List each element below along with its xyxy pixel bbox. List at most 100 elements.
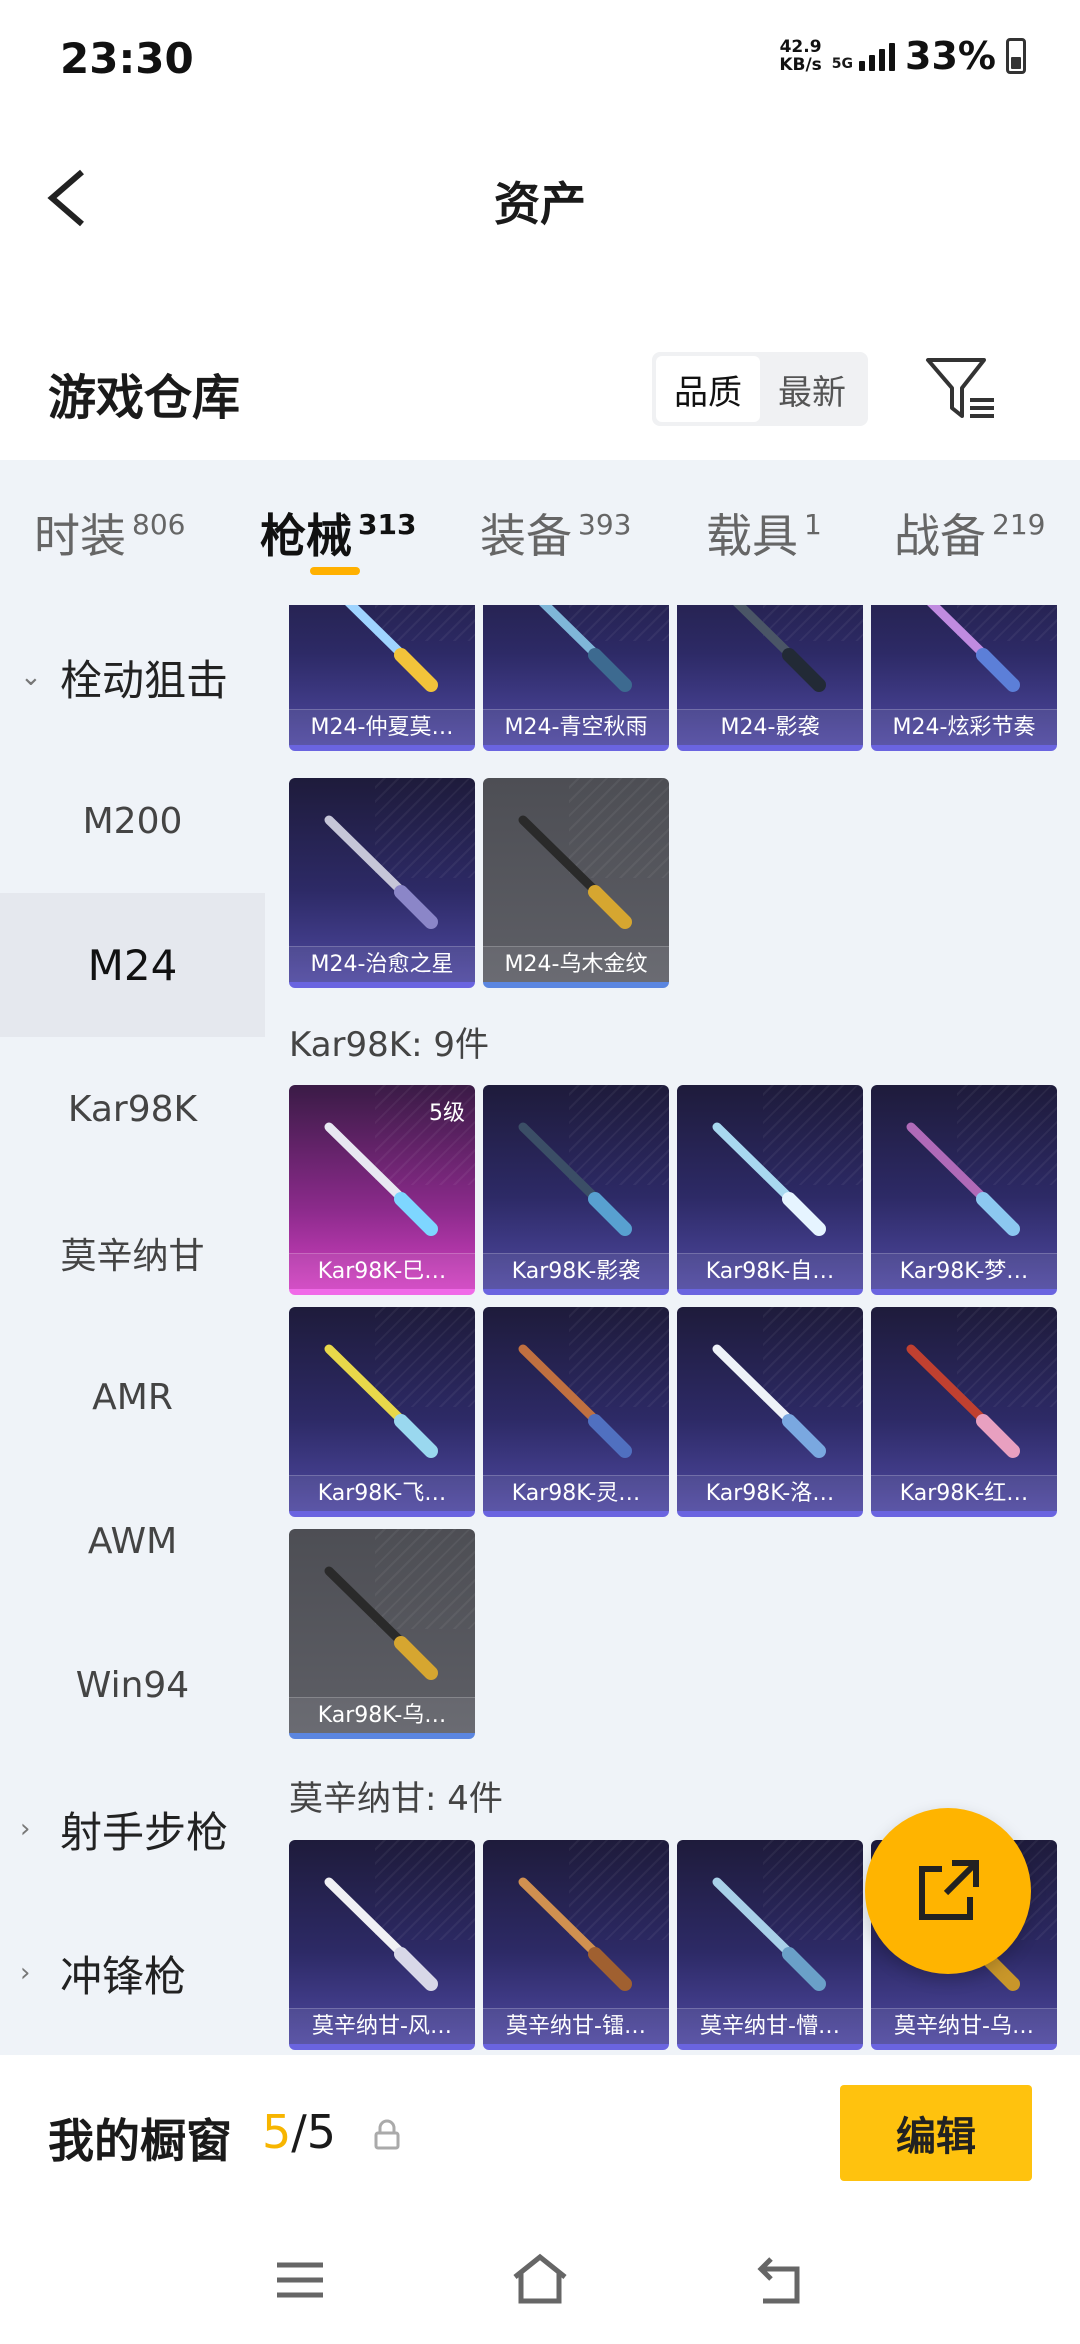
weapon-card-label: Kar98K-洛… bbox=[677, 1475, 863, 1511]
filter-icon[interactable] bbox=[920, 350, 1000, 430]
weapon-card-label: 莫辛纳甘-风… bbox=[289, 2008, 475, 2044]
status-time: 23:30 bbox=[60, 34, 194, 83]
weapon-card[interactable]: Kar98K-飞… bbox=[289, 1307, 475, 1517]
sidebar-item-m24[interactable]: M24 bbox=[0, 893, 265, 1037]
weapon-card[interactable]: Kar98K-灵… bbox=[483, 1307, 669, 1517]
weapon-card[interactable]: Kar98K-自… bbox=[677, 1085, 863, 1295]
back-icon[interactable] bbox=[745, 2245, 815, 2315]
weapon-card[interactable]: Kar98K-红… bbox=[871, 1307, 1057, 1517]
weapon-card-label: Kar98K-乌… bbox=[289, 1697, 475, 1733]
tab-firearms[interactable]: 枪械 313 bbox=[260, 500, 416, 566]
level-badge: 5级 bbox=[429, 1101, 465, 1126]
weapon-card-label: 莫辛纳甘-镭… bbox=[483, 2008, 669, 2044]
weapon-card-label: Kar98K-梦… bbox=[871, 1253, 1057, 1289]
weapon-card-label: Kar98K-红… bbox=[871, 1475, 1057, 1511]
sort-newest-button[interactable]: 最新 bbox=[760, 356, 864, 422]
weapon-card[interactable]: 莫辛纳甘-懵… bbox=[677, 1840, 863, 2050]
weapon-card-label: Kar98K-自… bbox=[677, 1253, 863, 1289]
sidebar-item-win94[interactable]: Win94 bbox=[0, 1613, 265, 1757]
section-title-mosin: 莫辛纳甘: 4件 bbox=[289, 1779, 503, 1819]
weapon-card[interactable]: Kar98K-乌… bbox=[289, 1529, 475, 1739]
weapon-card[interactable]: 莫辛纳甘-镭… bbox=[483, 1840, 669, 2050]
app-header: 资产 bbox=[0, 120, 1080, 280]
rifle-icon bbox=[518, 1122, 632, 1236]
sidebar-group-label: 冲锋枪 bbox=[60, 1951, 187, 2001]
showcase-bar: 我的橱窗 5/5 编辑 bbox=[0, 2055, 1080, 2205]
rifle-icon bbox=[324, 1877, 438, 1991]
sidebar-group-label: 射手步枪 bbox=[60, 1807, 229, 1857]
weapon-card-label: Kar98K-影袭 bbox=[483, 1253, 669, 1289]
sidebar-item-m200[interactable]: M200 bbox=[0, 749, 265, 893]
net-speed-value: 42.9 bbox=[779, 37, 822, 57]
status-indicators: 42.9 KB/s 5G 33% bbox=[779, 34, 1026, 78]
sidebar-item-mosin[interactable]: 莫辛纳甘 bbox=[0, 1181, 265, 1325]
rifle-icon bbox=[927, 605, 1020, 692]
sidebar-group-bolt-action[interactable]: ⌄ 栓动狙击 bbox=[0, 605, 265, 749]
weapon-card-label: M24-仲夏莫… bbox=[289, 709, 475, 745]
weapon-card[interactable]: 5级 Kar98K-巳… bbox=[289, 1085, 475, 1295]
sidebar-group-smg[interactable]: › 冲锋枪 bbox=[0, 1901, 265, 2045]
home-icon[interactable] bbox=[505, 2245, 575, 2315]
weapon-card-label: 莫辛纳甘-懵… bbox=[677, 2008, 863, 2044]
weapon-card[interactable]: Kar98K-影袭 bbox=[483, 1085, 669, 1295]
rifle-icon bbox=[324, 1122, 438, 1236]
weapon-card[interactable]: Kar98K-洛… bbox=[677, 1307, 863, 1517]
category-tabs: 时装 806 枪械 313 装备 393 载具 1 战备 219 bbox=[0, 460, 1080, 605]
weapon-card-label: 莫辛纳甘-乌… bbox=[871, 2008, 1057, 2044]
rifle-icon bbox=[518, 1344, 632, 1458]
tab-vehicles[interactable]: 载具 1 bbox=[706, 500, 822, 566]
chevron-right-icon: › bbox=[20, 1814, 31, 1844]
weapon-card[interactable]: Kar98K-梦… bbox=[871, 1085, 1057, 1295]
status-bar: 23:30 42.9 KB/s 5G 33% bbox=[0, 0, 1080, 120]
sort-toggle: 品质 最新 bbox=[652, 352, 868, 426]
showcase-title: 我的橱窗 bbox=[48, 2114, 232, 2168]
showcase-max: 5 bbox=[306, 2105, 337, 2159]
sidebar-item-kar98k[interactable]: Kar98K bbox=[0, 1037, 265, 1181]
share-button[interactable] bbox=[865, 1808, 1031, 1974]
rifle-icon bbox=[324, 1344, 438, 1458]
sort-quality-button[interactable]: 品质 bbox=[656, 356, 760, 422]
net-speed-unit: KB/s bbox=[779, 55, 822, 75]
weapon-card[interactable]: M24-乌木金纹 bbox=[483, 778, 669, 988]
rifle-icon bbox=[518, 815, 632, 929]
weapon-card-label: M24-影袭 bbox=[677, 709, 863, 745]
warehouse-title: 游戏仓库 bbox=[48, 370, 241, 426]
sidebar-group-marksman[interactable]: › 射手步枪 bbox=[0, 1757, 265, 1901]
weapon-card-label: M24-乌木金纹 bbox=[483, 946, 669, 982]
weapon-card[interactable]: M24-炫彩节奏 bbox=[871, 605, 1057, 751]
chevron-right-icon: › bbox=[20, 1958, 31, 1988]
weapon-card[interactable]: M24-青空秋雨 bbox=[483, 605, 669, 751]
tab-equipment[interactable]: 装备 393 bbox=[480, 500, 631, 566]
lock-icon bbox=[374, 2119, 400, 2150]
weapon-card[interactable]: M24-治愈之星 bbox=[289, 778, 475, 988]
weapon-sidebar: ⌄ 栓动狙击 M200 M24 Kar98K 莫辛纳甘 AMR AWM Win9… bbox=[0, 605, 265, 2055]
tab-fashion[interactable]: 时装 806 bbox=[34, 500, 185, 566]
weapon-card[interactable]: M24-仲夏莫… bbox=[289, 605, 475, 751]
edit-button[interactable]: 编辑 bbox=[840, 2085, 1032, 2181]
section-title-kar98k: Kar98K: 9件 bbox=[289, 1025, 489, 1065]
rifle-icon bbox=[324, 815, 438, 929]
rifle-icon bbox=[906, 1122, 1020, 1236]
weapon-card[interactable]: M24-影袭 bbox=[677, 605, 863, 751]
weapon-card-label: M24-治愈之星 bbox=[289, 946, 475, 982]
tab-supplies[interactable]: 战备 219 bbox=[894, 500, 1045, 566]
sidebar-item-amr[interactable]: AMR bbox=[0, 1325, 265, 1469]
active-tab-indicator bbox=[310, 567, 360, 575]
weapon-card-label: M24-青空秋雨 bbox=[483, 709, 669, 745]
battery-percent: 33% bbox=[905, 34, 996, 78]
rifle-icon bbox=[733, 605, 826, 692]
showcase-current: 5 bbox=[262, 2105, 292, 2159]
weapon-card-label: Kar98K-灵… bbox=[483, 1475, 669, 1511]
rifle-icon bbox=[712, 1344, 826, 1458]
rifle-icon bbox=[518, 1877, 632, 1991]
sidebar-group-label: 栓动狙击 bbox=[60, 655, 229, 705]
menu-icon[interactable] bbox=[265, 2245, 335, 2315]
chevron-down-icon: ⌄ bbox=[20, 662, 42, 692]
weapon-card-label: M24-炫彩节奏 bbox=[871, 709, 1057, 745]
showcase-separator: / bbox=[291, 2105, 307, 2159]
sidebar-item-awm[interactable]: AWM bbox=[0, 1469, 265, 1613]
rifle-icon bbox=[906, 1344, 1020, 1458]
weapon-card[interactable]: 莫辛纳甘-风… bbox=[289, 1840, 475, 2050]
page-title: 资产 bbox=[494, 177, 586, 231]
rifle-icon bbox=[345, 605, 438, 692]
